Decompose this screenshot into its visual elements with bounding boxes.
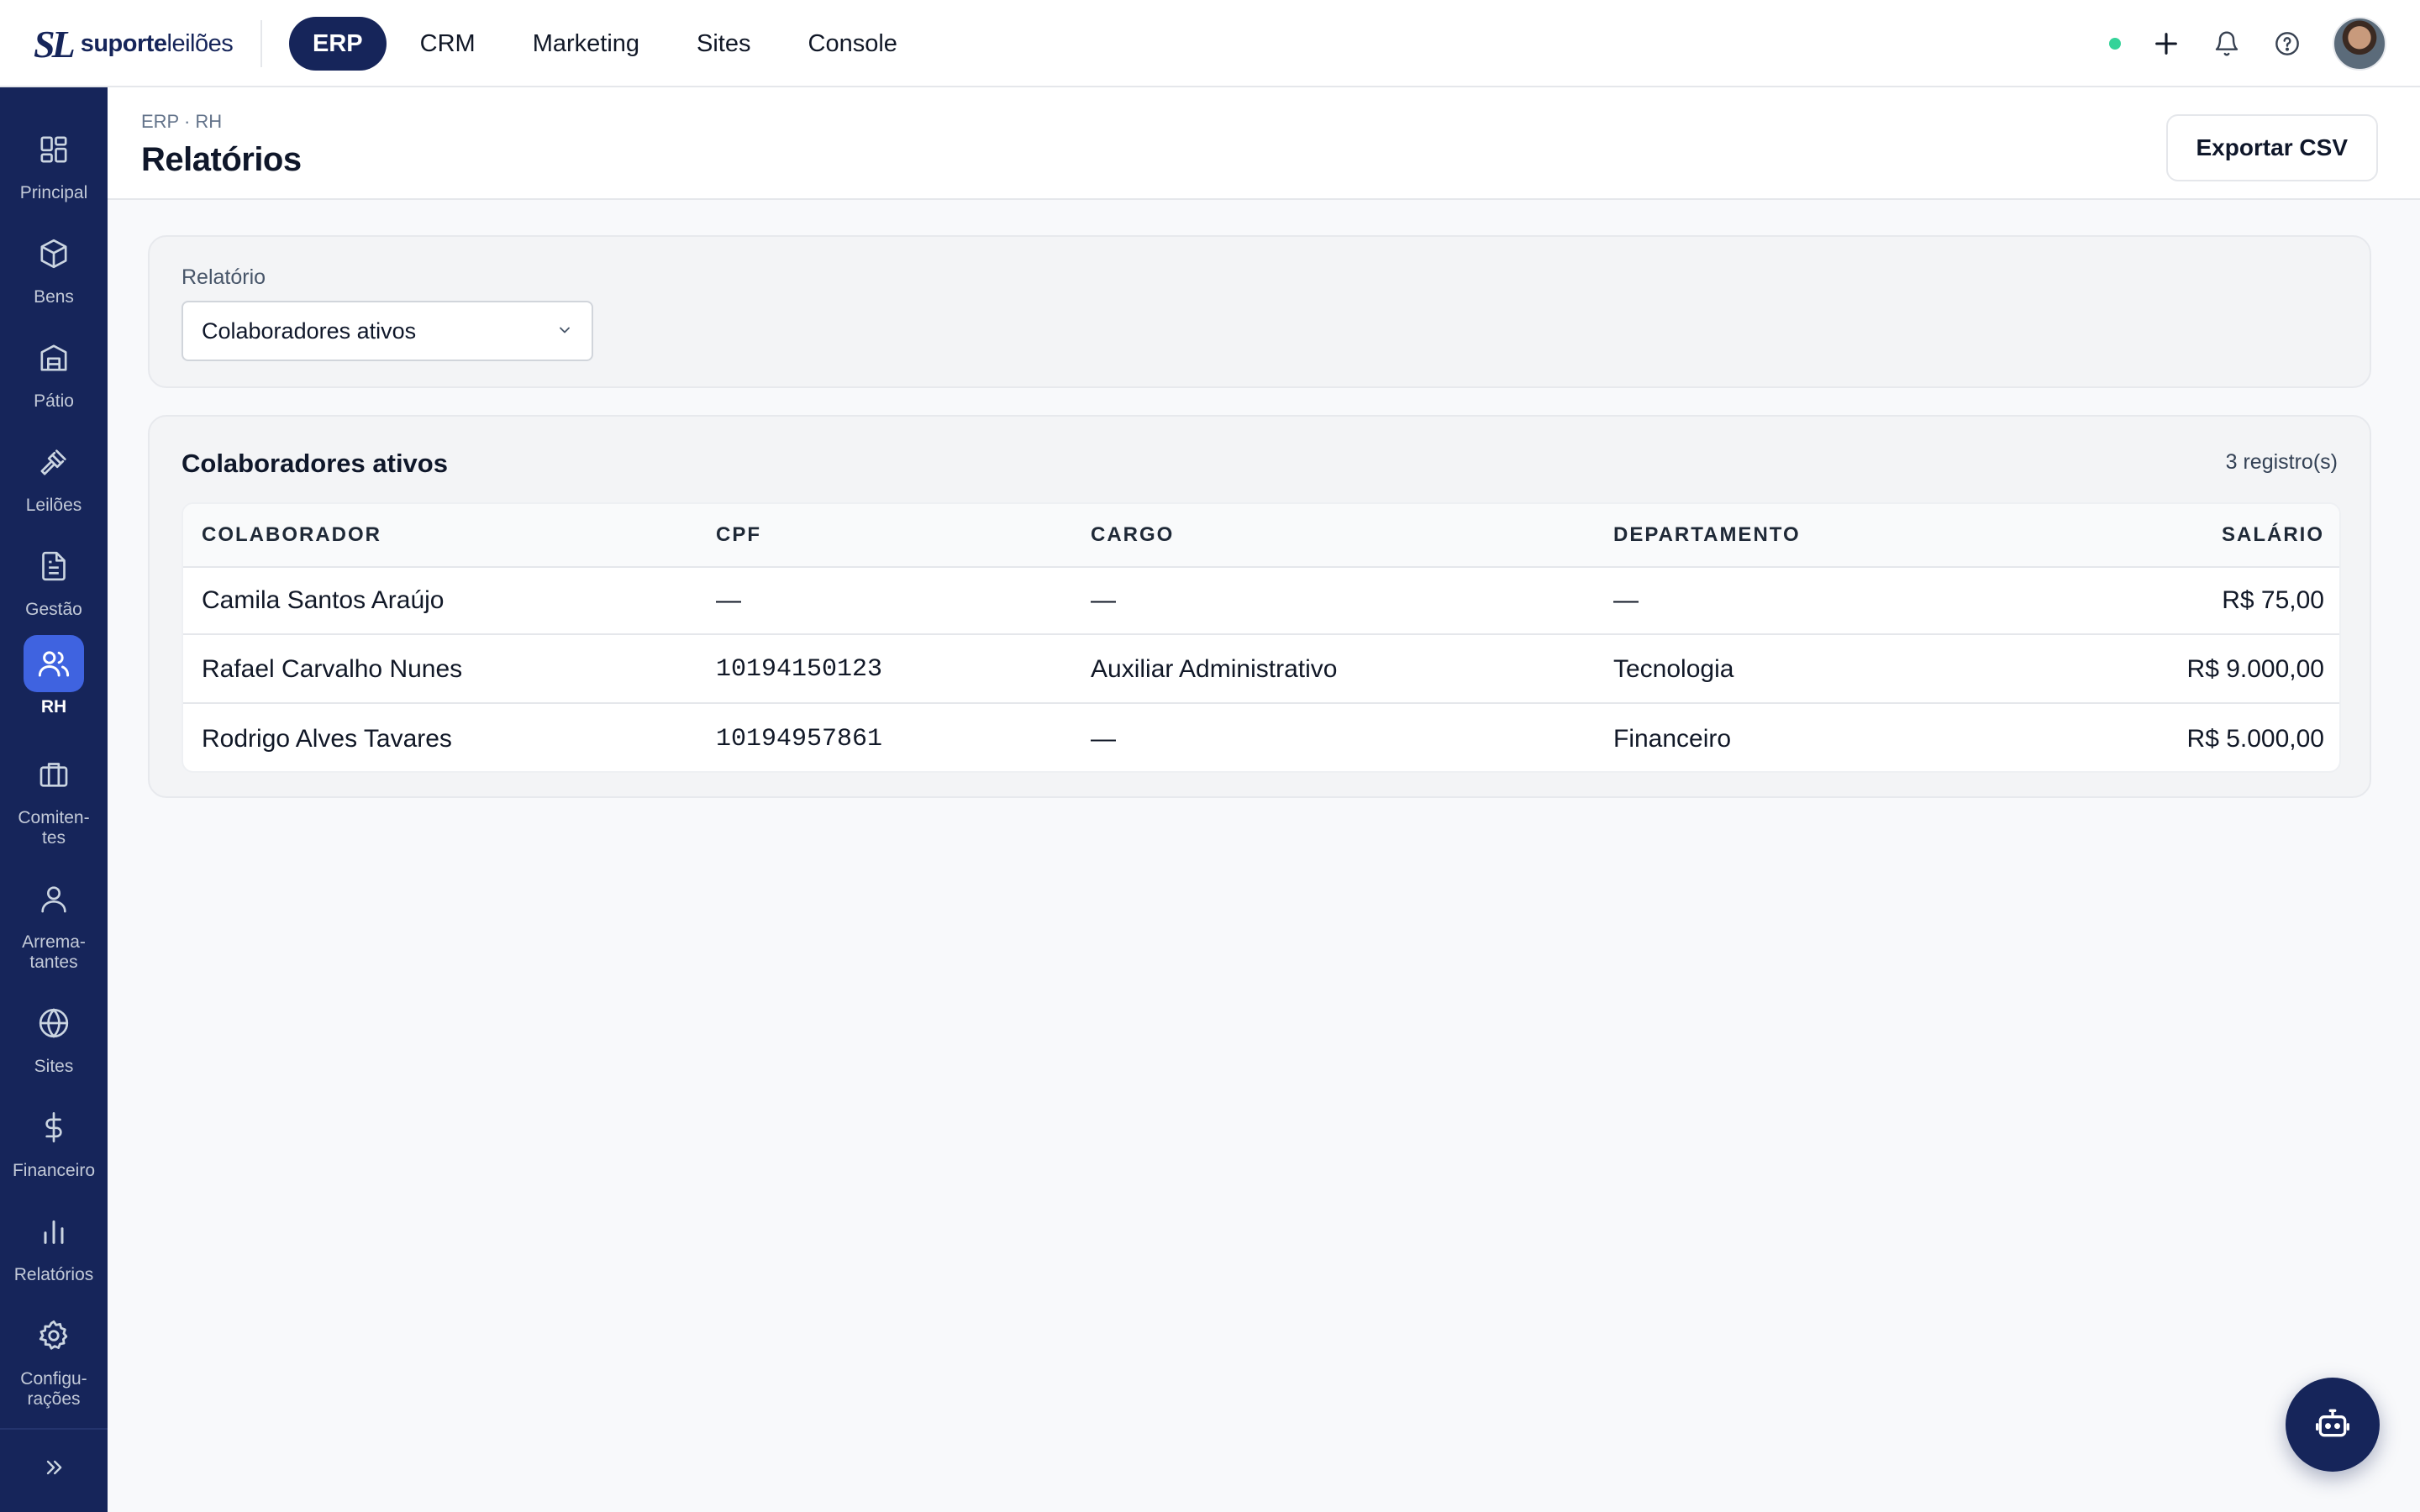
sidebar-item-label: Principal bbox=[19, 183, 88, 202]
sidebar: Principal Bens Pátio Leilões Gestão RH C… bbox=[0, 87, 108, 1512]
status-dot bbox=[2109, 38, 2121, 50]
column-header: SALÁRIO bbox=[2222, 523, 2324, 546]
sidebar-item-sites[interactable]: Sites bbox=[0, 995, 108, 1077]
report-select-value: Colaboradores ativos bbox=[202, 318, 417, 344]
bell-icon[interactable] bbox=[2212, 29, 2242, 59]
nav-console[interactable]: Console bbox=[785, 17, 921, 71]
sidebar-item-gestao[interactable]: Gestão bbox=[0, 538, 108, 620]
report-results-card: Colaboradores ativos 3 registro(s) COLAB… bbox=[148, 415, 2371, 798]
top-actions bbox=[2109, 17, 2386, 71]
sidebar-item-label: Financeiro bbox=[12, 1161, 96, 1180]
sidebar-item-label: Relatórios bbox=[13, 1265, 94, 1284]
top-bar: SL suporteleilões ERP CRM Marketing Site… bbox=[0, 0, 2420, 87]
page-title: Relatórios bbox=[141, 141, 302, 178]
table-row: Camila Santos Araújo — — — R$ 75,00 bbox=[183, 568, 2339, 635]
column-header: DEPARTAMENTO bbox=[1613, 523, 1801, 546]
cell-cargo: Auxiliar Administrativo bbox=[1091, 655, 1338, 683]
record-count: 3 registro(s) bbox=[2225, 450, 2338, 474]
gavel-icon bbox=[24, 433, 84, 491]
sidebar-collapse-button[interactable] bbox=[0, 1428, 108, 1509]
report-filter-card: Relatório Colaboradores ativos bbox=[148, 235, 2371, 388]
page-header: ERP · RH Relatórios Exportar CSV bbox=[108, 87, 2420, 200]
sidebar-item-label: RH bbox=[40, 697, 67, 717]
sidebar-item-patio[interactable]: Pátio bbox=[0, 329, 108, 412]
nav-marketing[interactable]: Marketing bbox=[509, 17, 663, 71]
nav-crm[interactable]: CRM bbox=[397, 17, 499, 71]
sidebar-item-label: Comiten- tes bbox=[18, 808, 90, 848]
warehouse-icon bbox=[24, 329, 84, 386]
box-icon bbox=[24, 225, 84, 282]
cell-departamento: Tecnologia bbox=[1613, 655, 1734, 683]
cell-cpf: 10194150123 bbox=[716, 655, 883, 684]
sidebar-item-label: Gestão bbox=[25, 600, 82, 619]
sidebar-item-bens[interactable]: Bens bbox=[0, 225, 108, 307]
gear-icon bbox=[24, 1307, 84, 1364]
sidebar-item-arrematantes[interactable]: Arrema- tantes bbox=[0, 870, 108, 973]
user-icon bbox=[24, 870, 84, 927]
briefcase-icon bbox=[24, 746, 84, 803]
sidebar-item-relatorios[interactable]: Relatórios bbox=[0, 1203, 108, 1285]
cell-salario: R$ 75,00 bbox=[2222, 586, 2324, 614]
export-csv-button[interactable]: Exportar CSV bbox=[2165, 114, 2378, 181]
assistant-bot-button[interactable] bbox=[2286, 1378, 2380, 1472]
report-title: Colaboradores ativos bbox=[182, 449, 448, 478]
brand-name: suporteleilões bbox=[80, 29, 234, 57]
nav-erp[interactable]: ERP bbox=[289, 17, 387, 71]
cell-salario: R$ 5.000,00 bbox=[2186, 725, 2324, 753]
sidebar-item-leiloes[interactable]: Leilões bbox=[0, 433, 108, 516]
sidebar-item-label: Leilões bbox=[25, 496, 82, 515]
sidebar-item-label: Bens bbox=[34, 287, 74, 307]
sidebar-item-label: Configu- rações bbox=[20, 1369, 87, 1409]
cell-colaborador: Rodrigo Alves Tavares bbox=[202, 725, 452, 753]
nav-sites[interactable]: Sites bbox=[673, 17, 774, 71]
document-icon bbox=[24, 538, 84, 595]
table-row: Rafael Carvalho Nunes 10194150123 Auxili… bbox=[183, 637, 2339, 704]
table-header-row: COLABORADOR CPF CARGO DEPARTAMENTO SALÁR… bbox=[183, 504, 2339, 568]
chevrons-right-icon bbox=[42, 1456, 66, 1483]
cell-departamento: — bbox=[1613, 586, 1639, 614]
cell-cargo: — bbox=[1091, 725, 1116, 753]
users-icon bbox=[24, 635, 84, 692]
sidebar-item-rh[interactable]: RH bbox=[0, 635, 108, 717]
report-table: COLABORADOR CPF CARGO DEPARTAMENTO SALÁR… bbox=[182, 502, 2341, 773]
globe-icon bbox=[24, 995, 84, 1052]
top-nav: ERP CRM Marketing Sites Console bbox=[289, 17, 921, 71]
cell-colaborador: Rafael Carvalho Nunes bbox=[202, 655, 463, 683]
bar-chart-icon bbox=[24, 1203, 84, 1260]
cell-cpf: 10194957861 bbox=[716, 725, 883, 753]
plus-icon[interactable] bbox=[2151, 29, 2181, 59]
divider bbox=[260, 20, 262, 67]
sidebar-item-comitentes[interactable]: Comiten- tes bbox=[0, 746, 108, 848]
grid-icon bbox=[24, 121, 84, 178]
cell-colaborador: Camila Santos Araújo bbox=[202, 586, 445, 614]
avatar[interactable] bbox=[2333, 17, 2386, 71]
sidebar-item-financeiro[interactable]: Financeiro bbox=[0, 1099, 108, 1181]
brand-logo[interactable]: SL suporteleilões bbox=[34, 22, 234, 66]
sidebar-item-label: Sites bbox=[34, 1057, 74, 1076]
breadcrumb: ERP · RH bbox=[141, 111, 223, 132]
column-header: COLABORADOR bbox=[202, 523, 381, 546]
table-row: Rodrigo Alves Tavares 10194957861 — Fina… bbox=[183, 706, 2339, 771]
brand-mark: SL bbox=[34, 22, 76, 66]
sidebar-item-label: Pátio bbox=[34, 391, 74, 411]
sidebar-item-configuracoes[interactable]: Configu- rações bbox=[0, 1307, 108, 1410]
chevron-down-icon bbox=[556, 318, 573, 344]
column-header: CPF bbox=[716, 523, 761, 546]
cell-salario: R$ 9.000,00 bbox=[2186, 655, 2324, 683]
dollar-icon bbox=[24, 1099, 84, 1156]
bot-icon bbox=[2314, 1404, 2351, 1446]
cell-cargo: — bbox=[1091, 586, 1116, 614]
report-select-label: Relatório bbox=[182, 265, 266, 289]
sidebar-item-principal[interactable]: Principal bbox=[0, 121, 108, 203]
help-icon[interactable] bbox=[2272, 29, 2302, 59]
cell-departamento: Financeiro bbox=[1613, 725, 1732, 753]
cell-cpf: — bbox=[716, 586, 741, 614]
sidebar-item-label: Arrema- tantes bbox=[22, 932, 86, 972]
column-header: CARGO bbox=[1091, 523, 1175, 546]
report-select[interactable]: Colaboradores ativos bbox=[182, 301, 593, 361]
